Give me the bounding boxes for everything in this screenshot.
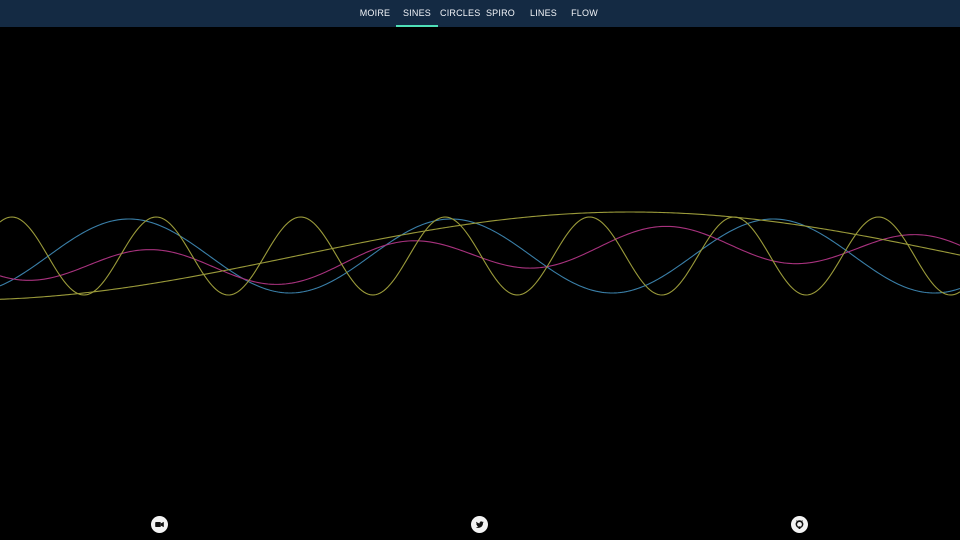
video-camera-icon [155,521,164,528]
sine-wave-canvas [0,211,960,300]
video-link-button[interactable] [151,516,168,533]
sine-wave-olive [0,216,960,296]
github-icon [795,520,804,529]
mode-tabs: MOIRE SINES CIRCLES SPIRO LINES FLOW [0,0,960,27]
sines-page: MOIRE SINES CIRCLES SPIRO LINES FLOW [0,0,960,540]
github-link-button[interactable] [791,516,808,533]
tab-circles[interactable]: CIRCLES [440,0,480,27]
tab-sines[interactable]: SINES [396,0,438,27]
twitter-link-button[interactable] [471,516,488,533]
tab-flow[interactable]: FLOW [569,0,600,27]
twitter-icon [475,521,484,528]
top-nav-bar: MOIRE SINES CIRCLES SPIRO LINES FLOW [0,0,960,27]
tab-spiro[interactable]: SPIRO [485,0,516,27]
tab-lines[interactable]: LINES [528,0,559,27]
sine-wave-magenta [0,225,960,285]
tab-moire[interactable]: MOIRE [358,0,392,27]
sine-wave-blue [0,218,960,294]
